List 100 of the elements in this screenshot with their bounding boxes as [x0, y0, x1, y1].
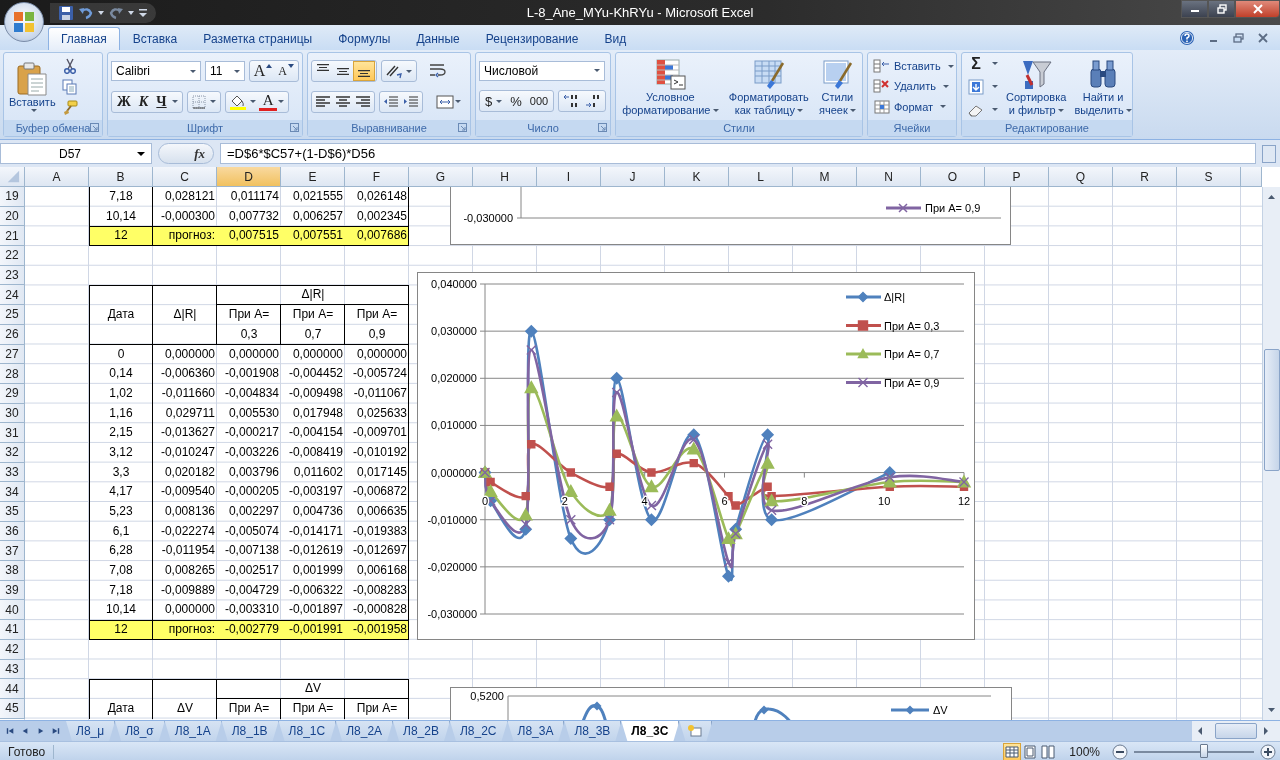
- table-cell-text: -0,001908: [223, 365, 280, 383]
- table-cell: 7,18: [89, 580, 153, 601]
- table-cell-text: 0,000000: [227, 345, 280, 363]
- table-cell: 0,002345: [345, 206, 409, 227]
- table-cell: прогноз:: [153, 226, 217, 247]
- table-cell: -0,001958: [345, 620, 409, 640]
- table-cell: 0,9: [345, 324, 409, 345]
- group-label: Выравнивание: [351, 122, 427, 134]
- table-cell-text: 0,004736: [291, 503, 344, 520]
- table-cell-text: -0,003310: [223, 601, 280, 619]
- table-cell-text: -0,002517: [223, 562, 280, 580]
- window-title: L-8_Ane_MYu-KhRYu - Microsoft Excel: [526, 5, 754, 20]
- group-label: Шрифт: [186, 122, 224, 134]
- table-cell-text: -0,004154: [287, 424, 344, 442]
- table-cell: 7,18: [89, 187, 153, 207]
- axis-label: -0,010000: [427, 513, 477, 526]
- table-cell-text: 0,000000: [163, 601, 216, 619]
- group-label: Редактирование: [1005, 122, 1089, 134]
- table-cell: 0,000000: [345, 344, 409, 365]
- table-cell: 2,15: [89, 423, 153, 443]
- table-cell-text: -0,009540: [159, 483, 216, 501]
- legend-label: При А= 0,7: [884, 348, 940, 360]
- legend-label: Δ|R|: [884, 291, 905, 303]
- axis-label: 0,040000: [431, 278, 477, 290]
- table-cell-text: -0,004452: [287, 365, 344, 383]
- table-cell: 0,026148: [345, 187, 409, 207]
- table-cell: При А=: [217, 305, 281, 325]
- table-cell-text: -0,000217: [223, 424, 280, 442]
- legend-label: При А= 0,9: [925, 202, 981, 214]
- table-cell-text: -0,006360: [159, 365, 216, 383]
- table-cell: -0,001991: [281, 620, 345, 640]
- table-cell-text: 0,011174: [229, 188, 280, 205]
- table-cell-text: -0,013627: [159, 424, 216, 442]
- table-cell: 7,08: [89, 561, 153, 581]
- table-cell: 10,14: [89, 206, 153, 227]
- group-label: Число: [527, 122, 559, 134]
- table-cell-text: 0,000000: [163, 345, 216, 363]
- table-cell: -0,012697: [345, 541, 409, 562]
- table-cell: -0,005724: [345, 364, 409, 384]
- table-cell-text: -0,009498: [287, 384, 344, 402]
- table-cell: 3,3: [89, 462, 153, 483]
- table-cell: При А=: [217, 698, 281, 719]
- table-cell: 1,16: [89, 403, 153, 424]
- table-cell-text: 0,005530: [227, 404, 280, 422]
- table-cell-text: -0,022274: [159, 522, 216, 540]
- table-cell: 3,12: [89, 442, 153, 463]
- axis-label: 0,010000: [431, 419, 477, 432]
- table-cell-text: 0,002297: [227, 503, 280, 520]
- table-cell: 6,28: [89, 541, 153, 562]
- table-cell-text: -0,014171: [287, 522, 344, 540]
- table-cell: прогноз:: [153, 620, 217, 640]
- table-cell-text: -0,004729: [223, 581, 280, 599]
- table-cell-text: 0,001999: [291, 562, 344, 580]
- table-cell-text: 0,000000: [291, 345, 344, 363]
- table-cell-text: 0,011602: [292, 463, 344, 481]
- table-cell: -0,006872: [345, 482, 409, 502]
- table-cell: -0,011067: [345, 383, 409, 404]
- axis-label: 0,5200: [470, 690, 504, 702]
- table-cell-text: 0,021555: [291, 188, 344, 205]
- table-cell: ΔV: [153, 698, 217, 719]
- table-cell: 6,1: [89, 521, 153, 542]
- table-cell: При А=: [345, 698, 409, 719]
- status-text: Готово: [0, 745, 55, 759]
- table-cell: 5,23: [89, 502, 153, 522]
- table-cell-text: 0,003796: [227, 463, 280, 481]
- table-cell: ΔV: [281, 679, 345, 699]
- table-cell: 0,007515: [217, 226, 281, 247]
- table-cell: -0,019383: [345, 521, 409, 542]
- table-cell-text: 0,007732: [227, 207, 280, 225]
- table-cell: При А=: [345, 305, 409, 325]
- table-cell: 0,7: [281, 324, 345, 345]
- table-cell-text: 0,008265: [163, 562, 216, 580]
- table-cell: -0,002779: [217, 620, 281, 640]
- table-cell: 0,3: [217, 324, 281, 345]
- table-cell-text: 0,006257: [291, 207, 344, 225]
- table-cell: Дата: [89, 305, 153, 325]
- table-cell: Δ|R|: [281, 285, 345, 306]
- table-cell: 0,006635: [345, 502, 409, 522]
- legend-label: При А= 0,3: [884, 319, 940, 332]
- table-cell-text: -0,003197: [287, 483, 344, 501]
- axis-label: -0,030000: [463, 212, 513, 224]
- table-cell: -0,008283: [345, 580, 409, 601]
- axis-label: -0,020000: [427, 560, 477, 573]
- table-cell-text: -0,012619: [287, 542, 344, 560]
- legend-label: ΔV: [933, 704, 948, 716]
- table-cell-text: 0,020182: [163, 463, 216, 481]
- table-cell-text: -0,007138: [223, 542, 280, 560]
- group-label: Ячейки: [893, 122, 931, 134]
- group-label: Стили: [723, 122, 755, 134]
- table-cell-text: 0,008136: [163, 503, 216, 520]
- table-cell: 0,017145: [345, 462, 409, 483]
- table-cell: 0,14: [89, 364, 153, 384]
- table-cell: 0: [89, 344, 153, 365]
- table-cell: -0,010192: [345, 442, 409, 463]
- table-cell-text: -0,009889: [159, 581, 216, 599]
- axis-label: 0,030000: [431, 325, 477, 338]
- table-cell: 4,17: [89, 482, 153, 502]
- axis-label: -0,030000: [427, 608, 477, 620]
- table-cell-text: -0,004834: [223, 384, 280, 402]
- table-cell: 12: [89, 226, 153, 247]
